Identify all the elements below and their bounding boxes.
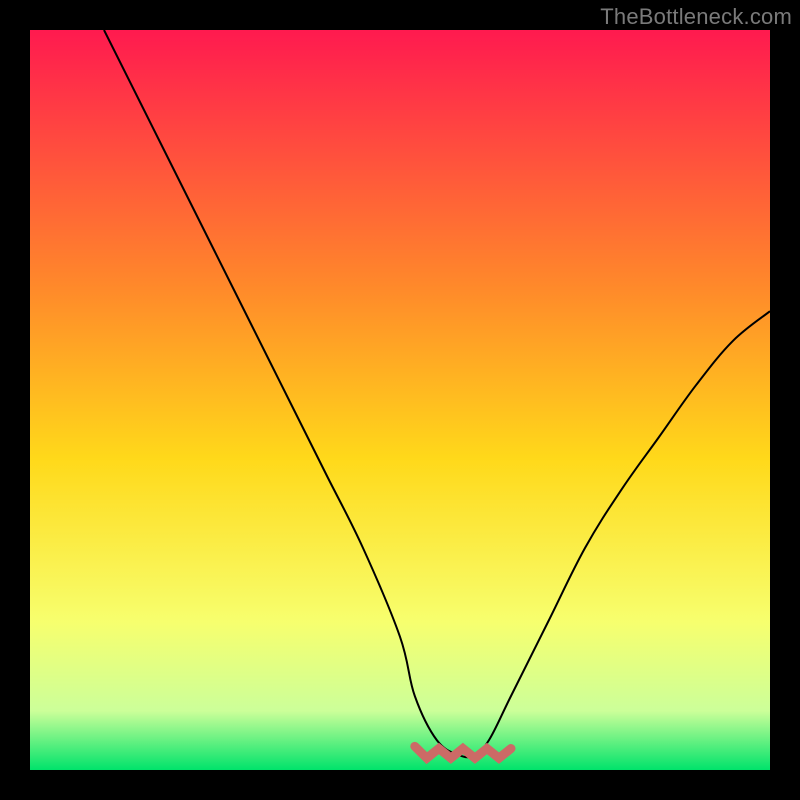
chart-plot-area: [30, 30, 770, 770]
chart-svg: [30, 30, 770, 770]
gradient-background: [30, 30, 770, 770]
watermark-text: TheBottleneck.com: [600, 4, 792, 30]
chart-frame: TheBottleneck.com: [0, 0, 800, 800]
